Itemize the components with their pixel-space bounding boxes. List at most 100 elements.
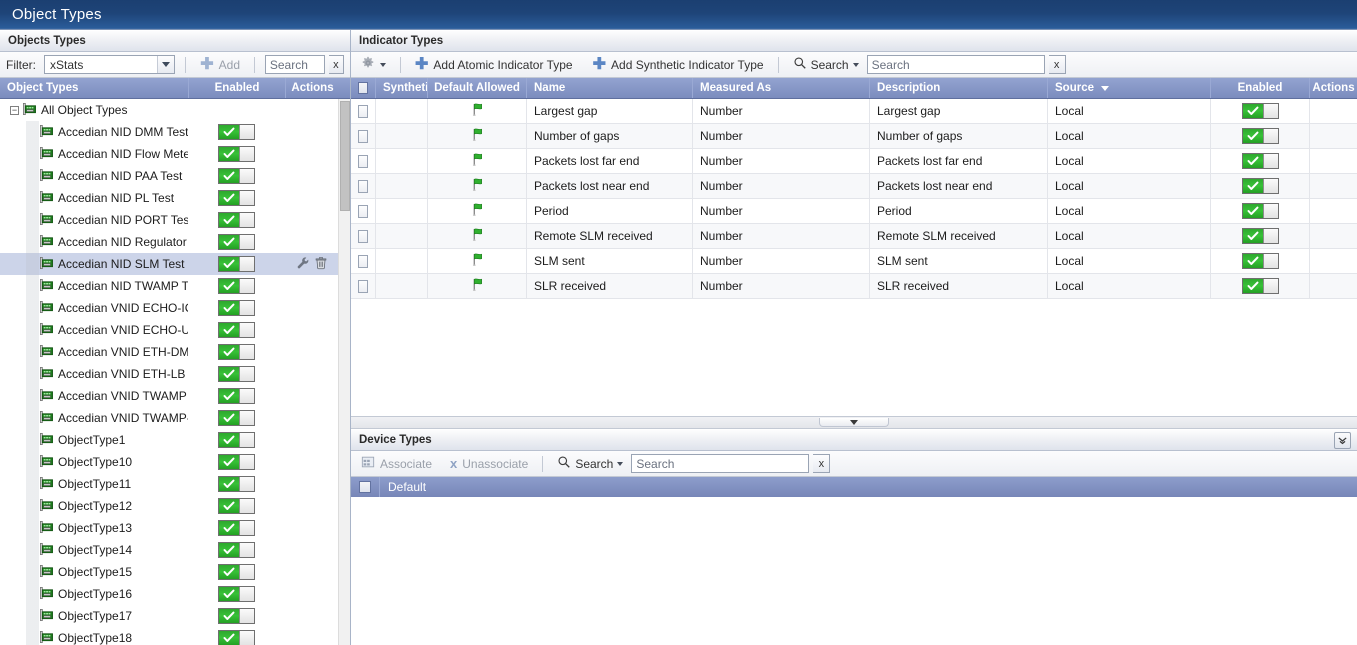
row-checkbox[interactable] <box>358 129 368 143</box>
row-checkbox[interactable] <box>358 154 368 168</box>
table-row[interactable]: Remote SLM received Number Remote SLM rece… <box>351 224 1357 249</box>
enabled-toggle[interactable] <box>218 278 256 294</box>
enabled-toggle[interactable] <box>218 124 256 140</box>
tree-item[interactable]: Accedian VNID ECHO-ICM... <box>0 297 338 319</box>
table-row[interactable]: SLM sent Number SLM sent Local <box>351 249 1357 274</box>
column-header-measured_as[interactable]: Measured As <box>693 78 870 98</box>
column-header-enabled[interactable]: Enabled <box>189 78 286 98</box>
row-enabled-toggle[interactable] <box>1241 253 1279 269</box>
enabled-toggle[interactable] <box>218 520 256 536</box>
row-enabled-toggle[interactable] <box>1241 178 1279 194</box>
enabled-toggle[interactable] <box>218 366 256 382</box>
indicator-types-search-input[interactable] <box>866 55 1045 74</box>
tree-item[interactable]: Accedian NID Flow Meter ... <box>0 143 338 165</box>
enabled-toggle[interactable] <box>218 256 256 272</box>
enabled-toggle[interactable] <box>218 388 256 404</box>
table-row[interactable]: Period Number Period Local <box>351 199 1357 224</box>
table-row[interactable]: Packets lost far end Number Packets lost f… <box>351 149 1357 174</box>
tree-item[interactable]: ObjectType15 <box>0 561 338 583</box>
column-header-source[interactable]: Source <box>1048 78 1211 98</box>
column-header-description[interactable]: Description <box>870 78 1048 98</box>
tree-item[interactable]: ObjectType14 <box>0 539 338 561</box>
object-types-tree[interactable]: − All Object Types Accedian NID DMM Test Ac… <box>0 99 338 645</box>
enabled-toggle[interactable] <box>218 190 256 206</box>
tree-item[interactable]: Accedian NID PORT Test <box>0 209 338 231</box>
tree-item[interactable]: Accedian NID DMM Test <box>0 121 338 143</box>
tree-item[interactable]: Accedian NID PAA Test <box>0 165 338 187</box>
enabled-toggle[interactable] <box>218 454 256 470</box>
enabled-toggle[interactable] <box>218 630 256 645</box>
tree-item[interactable]: Accedian VNID TWAMP Test <box>0 385 338 407</box>
tree-item[interactable]: ObjectType16 <box>0 583 338 605</box>
tree-item[interactable]: Accedian NID SLM Test <box>0 253 338 275</box>
row-checkbox[interactable] <box>358 179 368 193</box>
enabled-toggle[interactable] <box>218 168 256 184</box>
tree-item[interactable]: Accedian VNID ETH-LB Test <box>0 363 338 385</box>
filter-select[interactable]: xStats <box>44 55 176 74</box>
object-types-scrollbar-thumb[interactable] <box>340 101 350 211</box>
enabled-toggle[interactable] <box>218 542 256 558</box>
column-header-enabled[interactable]: Enabled <box>1211 78 1310 98</box>
row-checkbox[interactable] <box>358 279 368 293</box>
row-checkbox[interactable] <box>358 254 368 268</box>
tree-item[interactable]: Accedian VNID ETH-DM Test <box>0 341 338 363</box>
row-enabled-toggle[interactable] <box>1241 103 1279 119</box>
indicator-types-search-clear-button[interactable]: x <box>1048 55 1066 74</box>
column-header-synthetic[interactable]: Synthetic <box>376 78 428 98</box>
chevron-down-icon[interactable] <box>157 56 175 73</box>
tree-item[interactable]: Accedian NID Regulator Test <box>0 231 338 253</box>
enabled-toggle[interactable] <box>218 212 256 228</box>
device-types-search-clear-button[interactable]: x <box>813 454 831 473</box>
tree-item[interactable]: Accedian VNID TWAMP-SL... <box>0 407 338 429</box>
column-header-actions[interactable]: Actions <box>286 78 339 98</box>
device-types-collapse-button[interactable] <box>1334 431 1351 449</box>
tree-expander-icon[interactable]: − <box>10 105 19 115</box>
enabled-toggle[interactable] <box>218 410 256 426</box>
object-types-search-input[interactable] <box>264 55 325 74</box>
column-header-actions[interactable]: Actions <box>1310 78 1357 98</box>
row-checkbox[interactable] <box>358 104 368 118</box>
column-header-name[interactable]: Name <box>527 78 693 98</box>
tree-item[interactable]: ObjectType18 <box>0 627 338 645</box>
add-atomic-indicator-type-button[interactable]: ✚ Add Atomic Indicator Type <box>411 56 577 73</box>
enabled-toggle[interactable] <box>218 564 256 580</box>
row-checkbox[interactable] <box>358 229 368 243</box>
add-synthetic-indicator-type-button[interactable]: ✚ Add Synthetic Indicator Type <box>589 56 768 73</box>
tree-item[interactable]: ObjectType13 <box>0 517 338 539</box>
tree-item[interactable]: Accedian NID TWAMP Test <box>0 275 338 297</box>
panel-splitter[interactable] <box>351 417 1357 429</box>
tree-item[interactable]: Accedian NID PL Test <box>0 187 338 209</box>
column-header-object-types[interactable]: Object Types <box>0 78 189 98</box>
row-enabled-toggle[interactable] <box>1241 228 1279 244</box>
tree-root-node[interactable]: − All Object Types <box>0 99 338 121</box>
row-enabled-toggle[interactable] <box>1241 203 1279 219</box>
select-all-checkbox[interactable] <box>358 82 368 94</box>
row-checkbox[interactable] <box>358 204 368 218</box>
object-types-scrollbar[interactable] <box>338 99 350 645</box>
row-enabled-toggle[interactable] <box>1241 153 1279 169</box>
tree-item[interactable]: Accedian VNID ECHO-UDP... <box>0 319 338 341</box>
device-types-row-default[interactable]: Default <box>351 477 1357 497</box>
table-row[interactable]: Number of gaps Number Number of gaps Local <box>351 124 1357 149</box>
enabled-toggle[interactable] <box>218 586 256 602</box>
enabled-toggle[interactable] <box>218 608 256 624</box>
tree-item[interactable]: ObjectType12 <box>0 495 338 517</box>
tree-item[interactable]: ObjectType11 <box>0 473 338 495</box>
enabled-toggle[interactable] <box>218 234 256 250</box>
wrench-icon[interactable] <box>296 256 310 273</box>
enabled-toggle[interactable] <box>218 498 256 514</box>
tree-item[interactable]: ObjectType10 <box>0 451 338 473</box>
column-header-default_allowed[interactable]: Default Allowed <box>428 78 527 98</box>
trash-icon[interactable] <box>314 256 328 273</box>
device-search-mode-dropdown[interactable]: Search <box>553 455 627 472</box>
enabled-toggle[interactable] <box>218 322 256 338</box>
row-enabled-toggle[interactable] <box>1241 128 1279 144</box>
enabled-toggle[interactable] <box>218 146 256 162</box>
table-row[interactable]: Packets lost near end Number Packets lost … <box>351 174 1357 199</box>
column-header-select-all[interactable] <box>351 78 376 98</box>
indicator-search-mode-dropdown[interactable]: Search <box>789 56 863 73</box>
enabled-toggle[interactable] <box>218 300 256 316</box>
add-object-type-button[interactable]: ✚ Add <box>196 56 244 73</box>
enabled-toggle[interactable] <box>218 344 256 360</box>
row-enabled-toggle[interactable] <box>1241 278 1279 294</box>
